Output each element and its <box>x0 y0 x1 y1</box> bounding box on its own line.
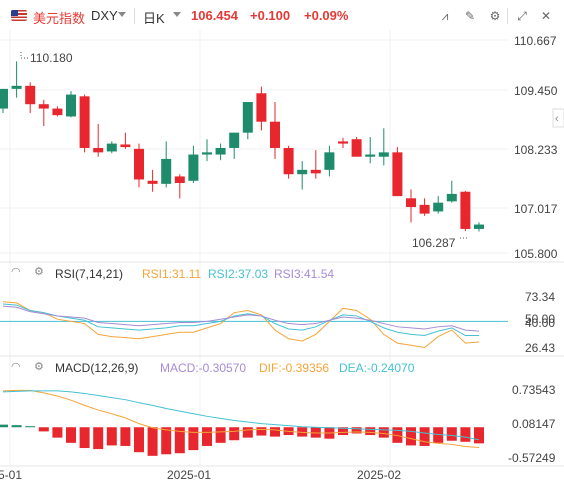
macd-histogram-bar <box>270 427 280 437</box>
chevron-left-icon[interactable]: ‹ <box>555 113 559 125</box>
candle-body <box>0 88 8 109</box>
candle-body <box>474 224 484 229</box>
macd-histogram-bar <box>365 427 376 436</box>
candle-body <box>161 158 172 184</box>
candle-body <box>270 121 280 148</box>
candle-body <box>460 191 471 229</box>
macd-histogram-bar <box>446 427 457 441</box>
dif-legend: DIF:-0.39356 <box>259 361 330 375</box>
rsi1-legend: RSI1:31.11 <box>142 267 202 281</box>
candle-body <box>446 193 457 202</box>
candle-body <box>93 147 104 153</box>
macd-title: MACD(12,26,9) <box>55 361 139 375</box>
candle-body <box>66 94 76 117</box>
candle-body <box>229 132 240 148</box>
high-price-label: 110.180 <box>30 51 73 65</box>
macd-histogram-bar <box>419 427 430 446</box>
chart-canvas[interactable]: 110.667 109.450 108.233 107.017 105.800 … <box>0 0 564 491</box>
x-tick-label: 5-01 <box>0 468 22 482</box>
macd-tick-label: -0.57249 <box>508 451 556 465</box>
macd-histogram-bar <box>120 427 131 446</box>
candle-body <box>11 85 22 89</box>
macd-legend: MACD:-0.30570 <box>160 361 247 375</box>
candle-body <box>283 147 294 175</box>
macd-histogram-bar <box>460 427 471 442</box>
rsi2-legend: RSI2:37.03 <box>208 267 269 281</box>
y-tick-label: 108.233 <box>514 143 558 157</box>
candle-body <box>38 104 49 109</box>
macd-histogram-bar <box>11 425 22 428</box>
candle-body <box>79 96 90 148</box>
candle-body <box>419 204 430 214</box>
candle-body <box>297 169 308 175</box>
dea-legend: DEA:-0.24070 <box>339 361 415 375</box>
macd-histogram-bar <box>134 427 144 453</box>
settings-icon[interactable]: ⚙ <box>34 265 44 278</box>
macd-tick-label: 0.73543 <box>512 383 556 397</box>
candle-body <box>433 202 444 212</box>
candle-body <box>256 93 267 122</box>
y-tick-label: 107.017 <box>514 202 558 216</box>
macd-histogram-bar <box>202 427 212 446</box>
settings-icon[interactable]: ⚙ <box>34 360 44 373</box>
y-tick-label: 110.667 <box>514 34 557 48</box>
macd-histogram-bar <box>378 427 389 438</box>
candle-body <box>365 154 376 157</box>
candle-body <box>25 85 36 105</box>
candle-body <box>338 141 348 144</box>
macd-histogram-bar <box>256 427 267 436</box>
candle-body <box>310 169 321 174</box>
rsi2-line <box>2 303 479 337</box>
macd-histogram-bar <box>242 427 253 438</box>
macd-histogram-bar <box>147 427 158 456</box>
macd-histogram-bar <box>79 427 90 449</box>
visibility-icon[interactable]: ◠ <box>11 360 21 373</box>
macd-histogram-bar <box>161 427 172 455</box>
macd-histogram-bar <box>474 427 484 444</box>
rsi-tick-label: 40.00 <box>525 316 555 330</box>
low-price-label: 106.287 <box>412 236 456 250</box>
rsi-tick-label: 26.43 <box>525 341 555 355</box>
candle-body <box>52 108 63 116</box>
candle-body <box>134 148 144 180</box>
candle-body <box>202 152 212 155</box>
visibility-icon[interactable]: ◠ <box>11 265 21 278</box>
candlestick-series <box>0 61 484 232</box>
macd-tick-label: 0.08147 <box>512 417 556 431</box>
rsi-title: RSI(7,14,21) <box>55 267 124 281</box>
candle-body <box>351 139 362 157</box>
macd-histogram-bar <box>229 427 240 441</box>
candle-body <box>215 147 226 155</box>
y-tick-label: 105.800 <box>514 247 558 261</box>
macd-histogram-bar <box>188 427 199 451</box>
rsi1-line <box>2 301 480 348</box>
x-tick-label: 2025-02 <box>357 468 401 482</box>
macd-histogram-bar <box>38 427 49 432</box>
candle-body <box>392 152 403 197</box>
candle-body <box>120 144 131 148</box>
x-tick-label: 2025-01 <box>167 468 211 482</box>
rsi3-legend: RSI3:41.54 <box>274 267 335 281</box>
rsi-tick-label: 73.34 <box>525 290 555 304</box>
macd-histogram-bar <box>93 427 104 450</box>
macd-histogram-bar <box>0 424 8 428</box>
candle-body <box>406 198 416 208</box>
macd-histogram-bar <box>215 427 226 443</box>
candle-body <box>324 152 335 170</box>
candle-body <box>378 152 389 157</box>
candle-body <box>147 180 158 184</box>
candle-body <box>188 154 199 181</box>
macd-histogram-bar <box>406 427 416 446</box>
candle-body <box>174 176 185 183</box>
macd-histogram-bar <box>52 427 63 438</box>
macd-panel <box>0 389 484 456</box>
macd-histogram-bar <box>25 426 36 428</box>
rsi-panel <box>0 301 508 348</box>
candle-body <box>106 143 117 152</box>
macd-histogram-bar <box>106 427 117 446</box>
y-tick-label: 109.450 <box>514 84 558 98</box>
macd-histogram-bar <box>66 427 76 443</box>
candle-body <box>242 102 253 133</box>
